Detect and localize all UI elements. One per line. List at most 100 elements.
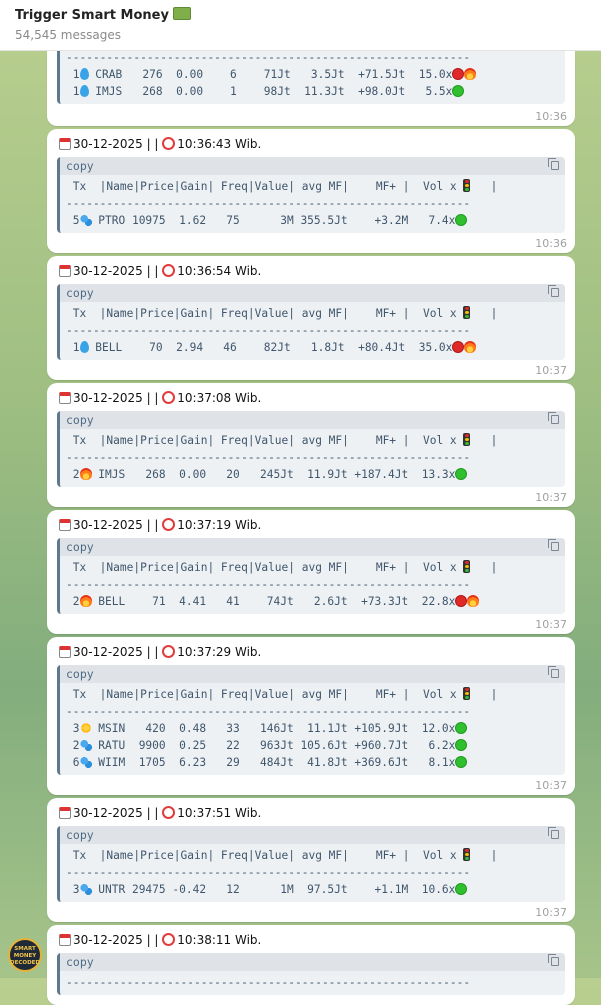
channel-title-text: Trigger Smart Money: [15, 8, 169, 23]
copy-label[interactable]: copy: [66, 413, 94, 427]
code-block-toolbar: copy: [60, 953, 565, 971]
gain-cell: -0.42: [172, 883, 207, 896]
divider-line: ----------------------------------------…: [66, 578, 471, 591]
calendar-icon: [59, 138, 71, 150]
mf-cell: +105.9Jt: [354, 722, 409, 735]
message-header: 30-12-2025 | | 10:37:08 Wib.: [59, 391, 261, 405]
droplets-icon: [79, 756, 92, 768]
table-header: Tx |Name|Price|Gain| Freq|Value| avg MF|…: [66, 434, 457, 447]
code-block[interactable]: copy Tx |Name|Price|Gain| Freq|Value| av…: [57, 826, 565, 902]
drop-icon: [79, 85, 89, 97]
vol-cell: 10.6x: [421, 883, 456, 896]
message-bubble[interactable]: 30-12-2025 | | 10:37:29 Wib. copy Tx |Nam…: [47, 637, 575, 795]
value-cell: 71Jt: [263, 68, 291, 81]
message-bubble[interactable]: 30-12-2025 | | 10:36:54 Wib. copy Tx |Nam…: [47, 256, 575, 380]
gain-cell: 6.23: [179, 756, 207, 769]
message-bubble[interactable]: 30-12-2025 | | 10:37:19 Wib. copy Tx |Nam…: [47, 510, 575, 634]
code-content: Tx |Name|Price|Gain| Freq|Value| avg MF|…: [66, 560, 498, 608]
tx-count: 1: [72, 85, 80, 98]
message-bubble[interactable]: 30-12-2025 | | 10:37:08 Wib. copy Tx |Nam…: [47, 383, 575, 507]
value-cell: 963Jt: [260, 739, 294, 752]
copy-label[interactable]: copy: [66, 955, 94, 969]
copy-icon[interactable]: [548, 539, 559, 551]
code-block[interactable]: copy Tx |Name|Price|Gain| Freq|Value| av…: [57, 538, 565, 614]
mf-cell: +960.7Jt: [354, 739, 409, 752]
message-header: 30-12-2025 | | 10:37:19 Wib.: [59, 518, 261, 532]
divider-line: ----------------------------------------…: [66, 866, 471, 879]
green-circle-icon: [452, 85, 465, 97]
tx-count: 3: [72, 883, 80, 896]
copy-icon[interactable]: [548, 412, 559, 424]
vol-cell: 7.4x: [428, 214, 456, 227]
green-circle-icon: [455, 883, 468, 895]
table-row[interactable]: 3 UNTR 29475 -0.42 12 1M 97.5Jt +1.1M 10…: [66, 883, 468, 896]
code-block-toolbar: copy: [60, 411, 565, 429]
ticker-name: RATU: [98, 739, 126, 752]
table-row[interactable]: 2 RATU 9900 0.25 22 963Jt 105.6Jt +960.7…: [66, 739, 468, 752]
table-row[interactable]: 1 IMJS 268 0.00 1 98Jt 11.3Jt +98.0Jt 5.…: [66, 85, 465, 98]
message-date: 30-12-2025: [73, 391, 143, 405]
code-content: ----------------------------------------…: [60, 971, 565, 995]
copy-icon[interactable]: [548, 666, 559, 678]
mf-cell: +98.0Jt: [358, 85, 406, 98]
message-bubble[interactable]: ----------------------------------------…: [47, 38, 575, 126]
table-row[interactable]: 2 IMJS 268 0.00 20 245Jt 11.9Jt +187.4Jt…: [66, 468, 468, 481]
avg-mf-cell: 11.3Jt: [304, 85, 345, 98]
code-block[interactable]: copy Tx |Name|Price|Gain| Freq|Value| av…: [57, 284, 565, 360]
freq-cell: 33: [226, 722, 240, 735]
table-row[interactable]: 1 CRAB 276 0.00 6 71Jt 3.5Jt +71.5Jt 15.…: [66, 68, 477, 81]
mf-cell: +71.5Jt: [358, 68, 406, 81]
copy-label[interactable]: copy: [66, 828, 94, 842]
table-row[interactable]: 2 BELL 71 4.41 41 74Jt 2.6Jt +73.3Jt 22.…: [66, 595, 480, 608]
copy-label[interactable]: copy: [66, 286, 94, 300]
message-header: 30-12-2025 | | 10:36:54 Wib.: [59, 264, 261, 278]
table-row[interactable]: 6 WIIM 1705 6.23 29 484Jt 41.8Jt +369.6J…: [66, 756, 468, 769]
traffic-light-icon: [463, 433, 471, 446]
channel-logo[interactable]: SMART MONEY DECODED: [8, 938, 42, 972]
code-content: Tx |Name|Price|Gain| Freq|Value| avg MF|…: [66, 848, 498, 896]
channel-title[interactable]: Trigger Smart Money: [15, 7, 191, 23]
price-cell: 71: [152, 595, 166, 608]
freq-cell: 6: [230, 68, 237, 81]
vol-cell: 15.0x: [418, 68, 453, 81]
copy-icon[interactable]: [548, 827, 559, 839]
divider-line: ----------------------------------------…: [66, 451, 471, 464]
calendar-icon: [59, 265, 71, 277]
avg-mf-cell: 11.1Jt: [307, 722, 348, 735]
message-bubble[interactable]: 30-12-2025 | | 10:38:11 Wib. copy --------…: [47, 925, 575, 1005]
fire-icon: [464, 68, 477, 80]
table-row[interactable]: 3 MSIN 420 0.48 33 146Jt 11.1Jt +105.9Jt…: [66, 722, 468, 735]
header-separator: | |: [142, 518, 163, 532]
price-cell: 276: [142, 68, 163, 81]
copy-label[interactable]: copy: [66, 159, 94, 173]
copy-label[interactable]: copy: [66, 667, 94, 681]
table-row[interactable]: 5 PTRO 10975 1.62 75 3M 355.5Jt +3.2M 7.…: [66, 214, 468, 227]
code-block[interactable]: copy Tx |Name|Price|Gain| Freq|Value| av…: [57, 665, 565, 775]
copy-icon[interactable]: [548, 158, 559, 170]
droplets-icon: [79, 883, 92, 895]
code-block[interactable]: copy ------------------------------------…: [57, 953, 565, 995]
green-circle-icon: [455, 739, 468, 751]
table-row[interactable]: 1 BELL 70 2.94 46 82Jt 1.8Jt +80.4Jt 35.…: [66, 341, 477, 354]
green-circle-icon: [455, 214, 468, 226]
freq-cell: 22: [226, 739, 240, 752]
copy-icon[interactable]: [548, 954, 559, 966]
traffic-light-icon: [463, 560, 471, 573]
ticker-name: BELL: [98, 595, 126, 608]
code-block[interactable]: copy Tx |Name|Price|Gain| Freq|Value| av…: [57, 411, 565, 487]
code-content: ----------------------------------------…: [60, 46, 565, 104]
calendar-icon: [59, 392, 71, 404]
code-block[interactable]: copy Tx |Name|Price|Gain| Freq|Value| av…: [57, 157, 565, 233]
table-header: Tx |Name|Price|Gain| Freq|Value| avg MF|…: [66, 307, 457, 320]
code-block[interactable]: ----------------------------------------…: [57, 46, 565, 104]
message-bubble[interactable]: 30-12-2025 | | 10:36:43 Wib. copy Tx |Nam…: [47, 129, 575, 253]
copy-icon[interactable]: [548, 285, 559, 297]
chat-header[interactable]: Trigger Smart Money 54,545 messages: [0, 0, 601, 51]
red-circle-icon: [452, 68, 465, 80]
copy-label[interactable]: copy: [66, 540, 94, 554]
message-bubble[interactable]: 30-12-2025 | | 10:37:51 Wib. copy Tx |Nam…: [47, 798, 575, 922]
message-timestamp: 10:37:08 Wib.: [177, 391, 262, 405]
price-cell: 29475: [131, 883, 166, 896]
divider-line: ----------------------------------------…: [66, 705, 471, 718]
tx-count: 2: [72, 595, 80, 608]
